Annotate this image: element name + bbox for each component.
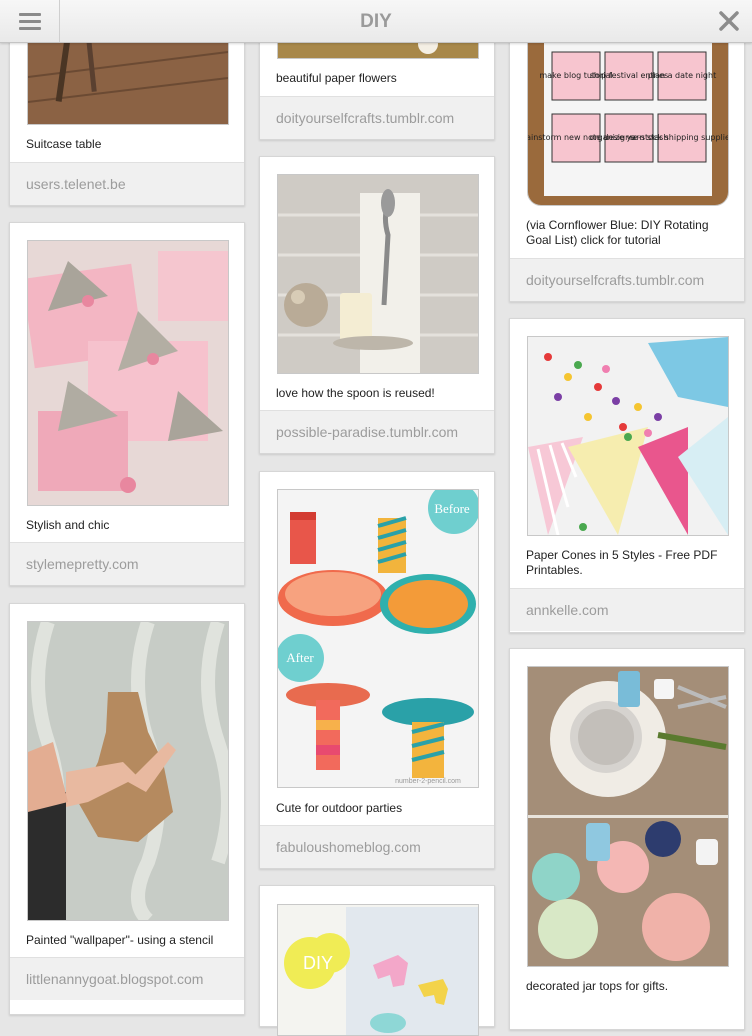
menu-button[interactable] bbox=[0, 0, 60, 42]
pin-card[interactable]: make blog tutorial ship festival entries… bbox=[509, 0, 745, 302]
pin-source-link[interactable]: stylemepretty.com bbox=[10, 542, 244, 585]
pin-caption: decorated jar tops for gifts. bbox=[526, 979, 669, 993]
pin-image[interactable] bbox=[277, 174, 479, 374]
pin-caption: beautiful paper flowers bbox=[276, 71, 397, 85]
pin-caption: love how the spoon is reused! bbox=[276, 386, 435, 400]
pin-card[interactable]: Before After number-2-pencil.com Cute fo… bbox=[259, 471, 495, 869]
pin-caption: Cute for outdoor parties bbox=[276, 801, 403, 815]
pin-card[interactable]: decorated jar tops for gifts. bbox=[509, 648, 745, 1030]
image-watermark: number-2-pencil.com bbox=[395, 778, 461, 785]
after-badge: After bbox=[286, 650, 314, 665]
pin-caption: Suitcase table bbox=[26, 137, 102, 151]
pin-caption: Stylish and chic bbox=[26, 518, 110, 532]
pin-card[interactable]: DIY bbox=[259, 885, 495, 1036]
pin-card[interactable]: Paper Cones in 5 Styles - Free PDF Print… bbox=[509, 318, 745, 633]
pin-source-link[interactable]: doityourselfcrafts.tumblr.com bbox=[260, 96, 494, 139]
pin-source-link[interactable]: users.telenet.be bbox=[10, 162, 244, 205]
close-button[interactable] bbox=[706, 0, 752, 42]
pin-caption: Painted "wallpaper"- using a stencil bbox=[26, 933, 214, 947]
page-title: DIY bbox=[360, 11, 392, 32]
pin-caption: (via Cornflower Blue: DIY Rotating Goal … bbox=[526, 218, 709, 247]
pin-source-link[interactable]: fabuloushomeblog.com bbox=[260, 825, 494, 868]
pin-image[interactable]: DIY bbox=[277, 904, 479, 1036]
hamburger-menu-icon bbox=[18, 12, 41, 30]
pin-card[interactable]: love how the spoon is reused! possible-p… bbox=[259, 156, 495, 454]
pin-image[interactable] bbox=[27, 240, 229, 506]
close-icon bbox=[719, 11, 739, 31]
pin-image[interactable] bbox=[527, 336, 729, 536]
note-text: re-stock shipping supplies bbox=[630, 133, 728, 142]
top-bar: DIY bbox=[0, 0, 752, 43]
note-text: plan a date night bbox=[648, 71, 716, 80]
pin-source-link[interactable]: possible-paradise.tumblr.com bbox=[260, 410, 494, 453]
pin-source-link[interactable]: annkelle.com bbox=[510, 588, 744, 631]
pin-caption: Paper Cones in 5 Styles - Free PDF Print… bbox=[526, 548, 718, 577]
pin-image[interactable] bbox=[27, 621, 229, 921]
before-badge: Before bbox=[434, 501, 470, 516]
pin-image[interactable]: Before After number-2-pencil.com bbox=[277, 489, 479, 788]
pin-image[interactable] bbox=[527, 666, 729, 967]
pin-source-link[interactable]: doityourselfcrafts.tumblr.com bbox=[510, 258, 744, 301]
image-diy-label: DIY bbox=[303, 953, 333, 973]
pin-card[interactable]: Stylish and chic stylemepretty.com bbox=[9, 222, 245, 586]
pin-card[interactable]: Painted "wallpaper"- using a stencil lit… bbox=[9, 603, 245, 1015]
pin-source-link[interactable]: littlenannygoat.blogspot.com bbox=[10, 957, 244, 1000]
